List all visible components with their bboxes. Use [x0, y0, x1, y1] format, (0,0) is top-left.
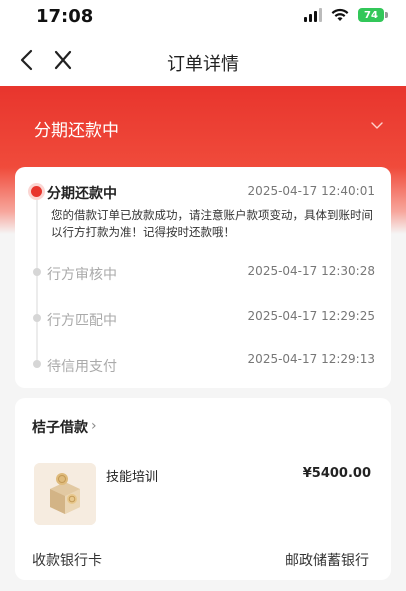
page-title: 订单详情 — [167, 54, 239, 75]
order-status-text: 分期还款中 — [34, 121, 119, 141]
order-card: 桔子借款 › 技能培训 ¥5400.00 收款银行卡 邮政储蓄银行 — [15, 398, 391, 580]
step-title: 分期还款中 — [47, 186, 117, 202]
chevron-down-icon[interactable] — [370, 118, 384, 132]
step-dot — [33, 360, 41, 368]
wifi-icon — [331, 8, 349, 21]
product-name: 技能培训 — [106, 470, 159, 485]
step-dot — [33, 268, 41, 276]
status-time: 17:08 — [36, 6, 94, 27]
status-bar: 17:08 74 — [0, 0, 406, 36]
progress-card: 分期还款中 2025-04-17 12:40:01 您的借款订单已放款成功，请注… — [15, 167, 391, 388]
step-dot — [33, 314, 41, 322]
nav-bar: 订单详情 — [0, 36, 406, 86]
chevron-right-icon[interactable]: › — [91, 418, 97, 434]
active-step-dot — [31, 186, 42, 197]
step-time: 2025-04-17 12:40:01 — [247, 184, 375, 198]
step-time: 2025-04-17 12:29:25 — [247, 309, 375, 323]
coin-box-icon — [34, 463, 96, 525]
bank-card-value: 邮政储蓄银行 — [285, 553, 369, 569]
battery-level: 74 — [358, 8, 384, 22]
step-title: 待信用支付 — [47, 359, 117, 375]
bank-card-label: 收款银行卡 — [32, 553, 102, 569]
product-price: ¥5400.00 — [302, 466, 371, 481]
status-icons: 74 — [304, 8, 388, 22]
step-title: 行方匹配中 — [47, 313, 117, 329]
signal-icon — [304, 8, 322, 22]
step-description: 您的借款订单已放款成功，请注意账户款项变动，具体到账时间以行方打款为准！记得按时… — [51, 208, 373, 239]
step-time: 2025-04-17 12:29:13 — [247, 352, 375, 366]
battery-icon: 74 — [358, 8, 388, 22]
product-thumbnail — [34, 463, 96, 525]
timeline-line — [36, 195, 38, 365]
merchant-link[interactable]: 桔子借款 — [32, 417, 88, 437]
step-title: 行方审核中 — [47, 267, 117, 283]
step-time: 2025-04-17 12:30:28 — [247, 264, 375, 278]
